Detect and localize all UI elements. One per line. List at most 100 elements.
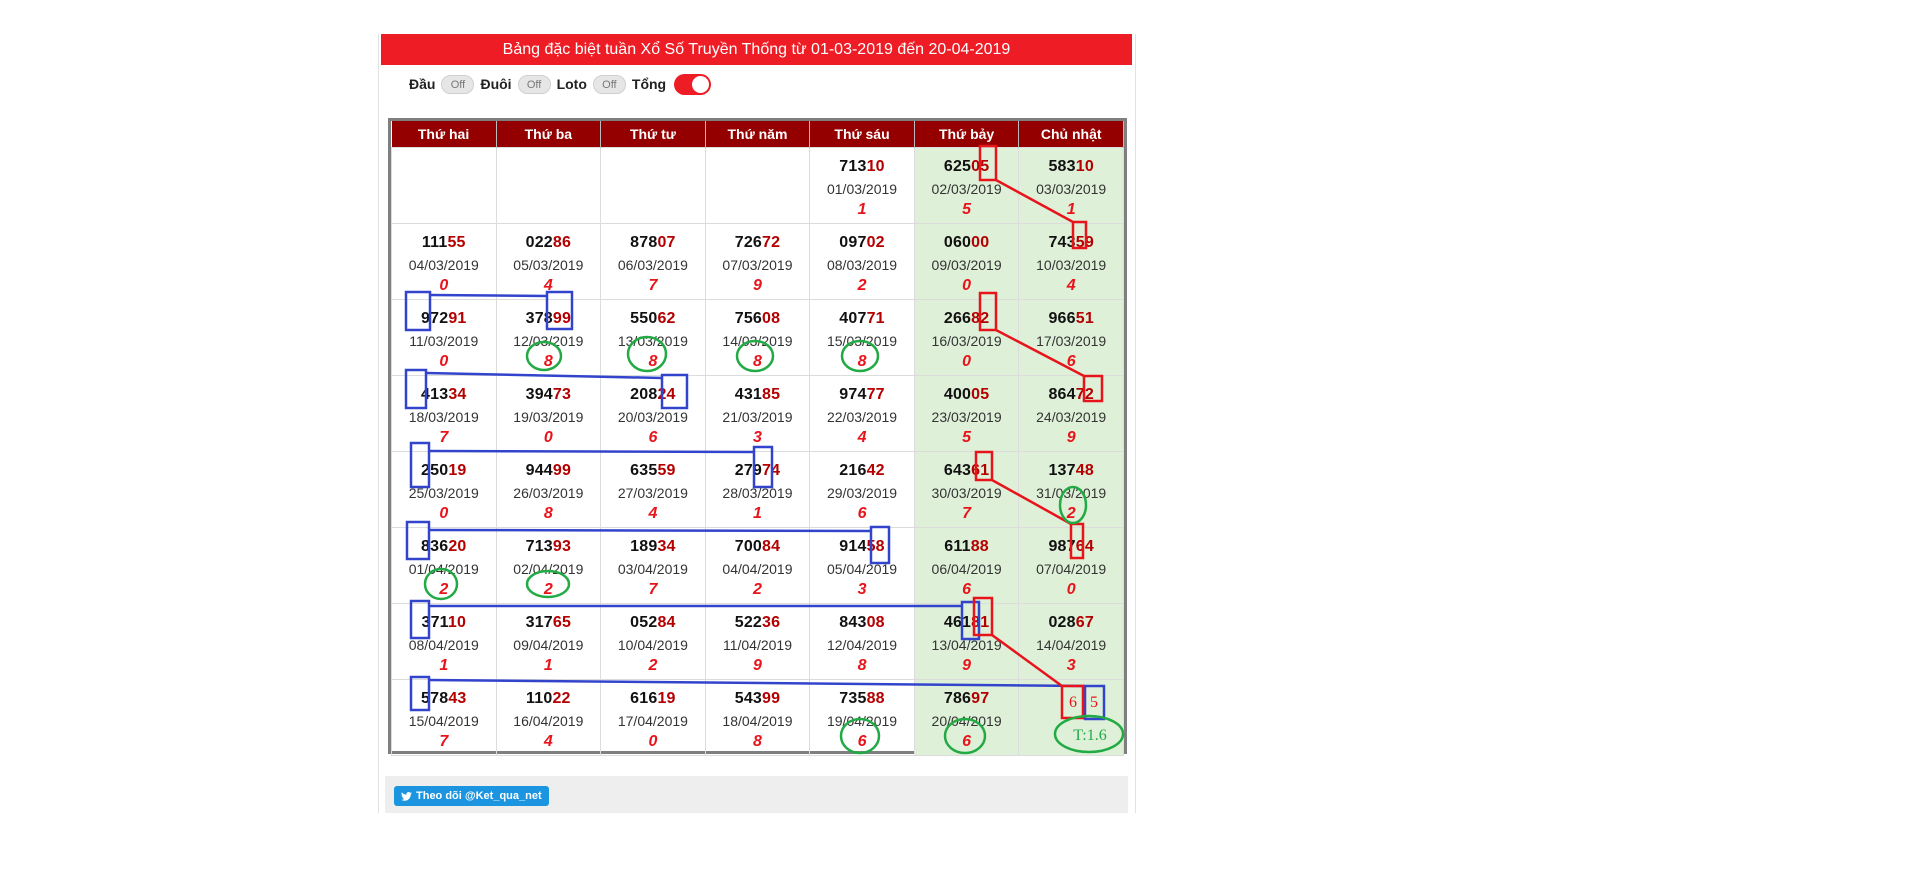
result-sum: 8 — [857, 657, 867, 674]
result-number: 37899 — [497, 310, 601, 328]
result-number: 25019 — [392, 462, 496, 480]
result-sum: 8 — [648, 353, 658, 370]
result-sum: 6 — [962, 581, 972, 598]
result-date: 15/04/2019 — [408, 713, 479, 729]
result-sum: 0 — [962, 277, 972, 294]
twitter-follow-label: Theo dõi @Ket_qua_net — [416, 790, 542, 802]
result-cell: 62505 02/03/2019 5 — [913, 147, 1020, 224]
result-date: 26/03/2019 — [513, 485, 584, 501]
result-head: 578 — [421, 690, 449, 707]
header-row: Thứ hai Thứ ba Thứ tư Thứ năm Thứ sáu Th… — [391, 121, 1124, 148]
result-number: 02286 — [497, 234, 601, 252]
result-tail: 73 — [552, 386, 572, 403]
result-cell: 98764 07/04/2019 0 — [1018, 527, 1124, 604]
result-tail: 91 — [448, 310, 467, 327]
result-sum: 4 — [648, 505, 658, 522]
result-tail: 10 — [447, 614, 467, 631]
result-cell: 84308 12/04/2019 8 — [809, 603, 915, 680]
result-sum: 1 — [857, 201, 867, 218]
result-sum: 1 — [543, 657, 553, 674]
result-sum: 5 — [962, 201, 972, 218]
result-number: 97291 — [392, 310, 496, 328]
result-tail: 00 — [971, 234, 990, 251]
result-tail: 05 — [971, 386, 990, 403]
result-sum: 2 — [543, 581, 553, 598]
twitter-follow-button[interactable]: Theo dõi @Ket_qua_net — [394, 786, 549, 806]
result-number: 73588 — [810, 690, 914, 708]
result-date: 04/03/2019 — [408, 257, 479, 273]
result-number: 05284 — [601, 614, 705, 632]
result-cell: 20824 20/03/2019 6 — [600, 375, 706, 452]
result-tail: 99 — [552, 310, 572, 327]
result-date: 15/03/2019 — [826, 333, 898, 349]
result-sum: 0 — [648, 733, 658, 750]
result-cell: 46181 13/04/2019 9 — [913, 603, 1020, 680]
result-number: 54399 — [706, 690, 810, 708]
result-cell: 25019 25/03/2019 0 — [391, 451, 497, 528]
result-head: 060 — [943, 234, 972, 251]
result-tail: 71 — [866, 310, 885, 327]
result-number: 71393 — [497, 538, 601, 556]
result-cell: 61188 06/04/2019 6 — [913, 527, 1020, 604]
toggle-dau[interactable]: Off — [441, 74, 475, 94]
result-number: 11022 — [497, 690, 601, 708]
result-tail: 58 — [866, 538, 885, 555]
result-date: 09/03/2019 — [931, 257, 1002, 273]
result-head: 378 — [525, 310, 553, 327]
result-tail: 48 — [1075, 462, 1094, 479]
result-number: 98764 — [1019, 538, 1123, 556]
result-cell: 02286 05/03/2019 4 — [495, 223, 602, 300]
result-cell: 72672 07/03/2019 9 — [704, 223, 811, 300]
result-sum: 1 — [1066, 201, 1076, 218]
empty-cell — [600, 147, 706, 224]
result-number: 74359 — [1019, 234, 1123, 252]
result-sum: 8 — [857, 353, 867, 370]
result-date: 03/04/2019 — [617, 561, 688, 577]
result-number: 46181 — [915, 614, 1019, 632]
result-date: 14/03/2019 — [722, 333, 793, 349]
result-head: 266 — [943, 310, 972, 327]
result-head: 974 — [839, 386, 867, 403]
result-number: 21642 — [810, 462, 914, 480]
result-tail: 81 — [971, 614, 990, 631]
result-number: 58310 — [1019, 158, 1123, 176]
result-tail: 34 — [448, 386, 467, 403]
result-sum: 7 — [962, 505, 972, 522]
result-sum: 6 — [857, 505, 867, 522]
result-head: 028 — [1048, 614, 1076, 631]
result-cell: 63559 27/03/2019 4 — [600, 451, 706, 528]
result-number: 63559 — [601, 462, 705, 480]
share-bar: Theo dõi @Ket_qua_net — [385, 776, 1128, 813]
result-head: 413 — [421, 386, 449, 403]
result-tail: 34 — [657, 538, 676, 555]
results-grid: Thứ hai Thứ ba Thứ tư Thứ năm Thứ sáu Th… — [388, 118, 1127, 756]
result-head: 583 — [1048, 158, 1076, 175]
result-head: 022 — [525, 234, 553, 251]
result-tail: 22 — [552, 690, 571, 707]
result-date: 05/04/2019 — [826, 561, 898, 577]
result-head: 250 — [421, 462, 449, 479]
result-cell: 09702 08/03/2019 2 — [809, 223, 915, 300]
result-date: 31/03/2019 — [1036, 485, 1107, 501]
result-head: 786 — [943, 690, 972, 707]
result-cell: 74359 10/03/2019 4 — [1018, 223, 1124, 300]
result-number: 94499 — [497, 462, 601, 480]
result-date: 02/04/2019 — [513, 561, 584, 577]
result-sum: 7 — [648, 277, 658, 294]
result-head: 371 — [421, 614, 448, 631]
result-number: 84308 — [810, 614, 914, 632]
toggle-loto[interactable]: Off — [592, 74, 626, 94]
result-tail: 86 — [552, 234, 572, 251]
result-sum: 4 — [543, 277, 553, 294]
result-date: 07/04/2019 — [1036, 561, 1107, 577]
toggle-tong[interactable] — [674, 73, 712, 95]
result-sum: 7 — [439, 733, 449, 750]
result-head: 097 — [839, 234, 867, 251]
result-tail: 88 — [866, 690, 885, 707]
result-tail: 72 — [1075, 386, 1094, 403]
result-head: 522 — [734, 614, 763, 631]
toggle-duoi[interactable]: Off — [517, 74, 551, 94]
result-sum: 9 — [962, 657, 972, 674]
result-date: 21/03/2019 — [722, 409, 793, 425]
result-cell: 52236 11/04/2019 9 — [704, 603, 811, 680]
